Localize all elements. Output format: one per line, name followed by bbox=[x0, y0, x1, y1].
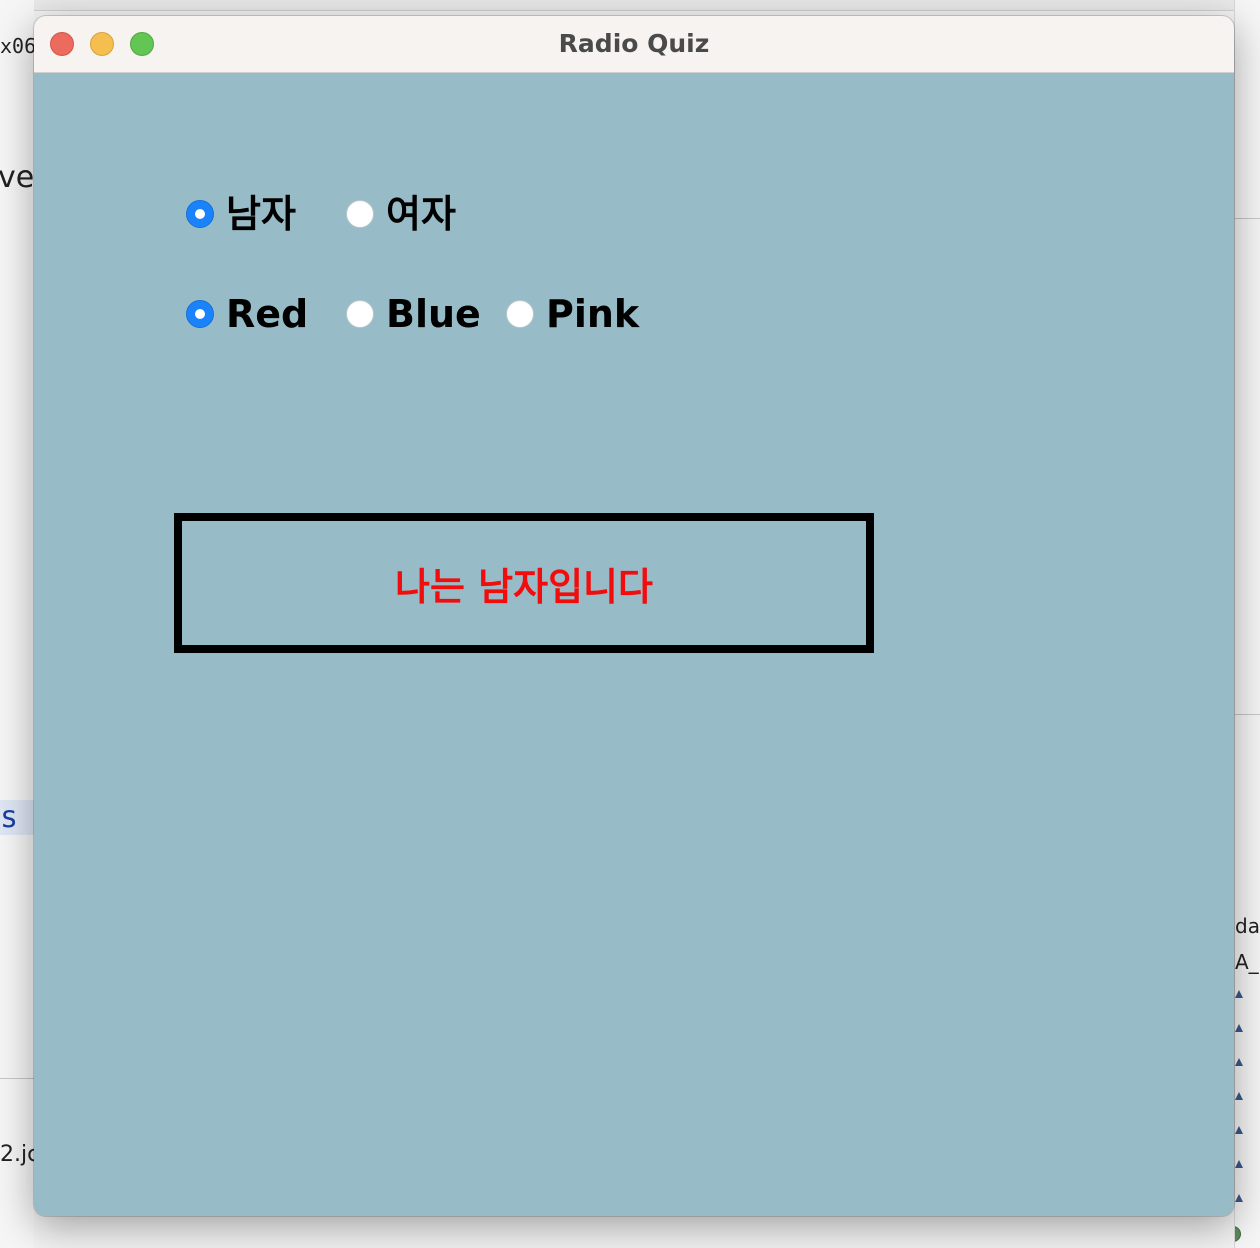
background-text-fragment: 2.jc bbox=[0, 1142, 34, 1167]
background-ide-toolbar bbox=[0, 0, 1260, 11]
background-text-fragment: s [ bbox=[0, 800, 34, 835]
background-triangle-icon bbox=[1235, 1160, 1243, 1168]
radio-button-unchecked-icon[interactable] bbox=[506, 300, 534, 328]
radio-label: 남자 bbox=[226, 192, 296, 236]
background-text-fragment: x06 bbox=[0, 34, 34, 58]
background-triangle-icon bbox=[1235, 1126, 1243, 1134]
radio-pink[interactable]: Pink bbox=[506, 295, 639, 333]
radio-button-unchecked-icon[interactable] bbox=[346, 300, 374, 328]
radio-button-checked-icon[interactable] bbox=[186, 300, 214, 328]
radio-label: Pink bbox=[546, 292, 640, 336]
radio-red[interactable]: Red bbox=[186, 295, 308, 333]
radio-blue[interactable]: Blue bbox=[346, 295, 481, 333]
radio-button-unchecked-icon[interactable] bbox=[346, 200, 374, 228]
window-title: Radio Quiz bbox=[558, 29, 710, 58]
radio-label: Red bbox=[226, 292, 309, 336]
background-divider bbox=[1235, 714, 1260, 715]
background-text-fragment: A_ bbox=[1235, 950, 1259, 974]
radio-label: Blue bbox=[386, 292, 481, 336]
radio-label: 여자 bbox=[386, 192, 456, 236]
window-titlebar[interactable]: Radio Quiz bbox=[34, 16, 1234, 73]
background-ide-left-pane: x06 ver s [ 2.jc bbox=[0, 0, 34, 1248]
background-text-fragment: ver bbox=[0, 160, 34, 195]
background-triangle-icon bbox=[1235, 1058, 1243, 1066]
background-divider bbox=[1235, 218, 1260, 219]
background-triangle-icon bbox=[1235, 1194, 1243, 1202]
background-ide-right-pane: da A_ bbox=[1234, 0, 1260, 1248]
background-status-dot-icon bbox=[1235, 1226, 1241, 1242]
result-box: 나는 남자입니다 bbox=[174, 513, 874, 653]
radio-quiz-window: Radio Quiz 남자 여자 Red Blue Pink 나는 남자입니다 bbox=[34, 16, 1234, 1216]
radio-female[interactable]: 여자 bbox=[346, 195, 456, 233]
background-divider bbox=[0, 1078, 34, 1079]
window-content: 남자 여자 Red Blue Pink 나는 남자입니다 bbox=[34, 73, 1234, 1216]
background-text-fragment: da bbox=[1235, 914, 1260, 938]
result-text: 나는 남자입니다 bbox=[395, 564, 653, 609]
radio-button-checked-icon[interactable] bbox=[186, 200, 214, 228]
background-triangle-icon bbox=[1235, 990, 1243, 998]
background-triangle-icon bbox=[1235, 1024, 1243, 1032]
radio-male[interactable]: 남자 bbox=[186, 195, 296, 233]
background-triangle-icon bbox=[1235, 1092, 1243, 1100]
